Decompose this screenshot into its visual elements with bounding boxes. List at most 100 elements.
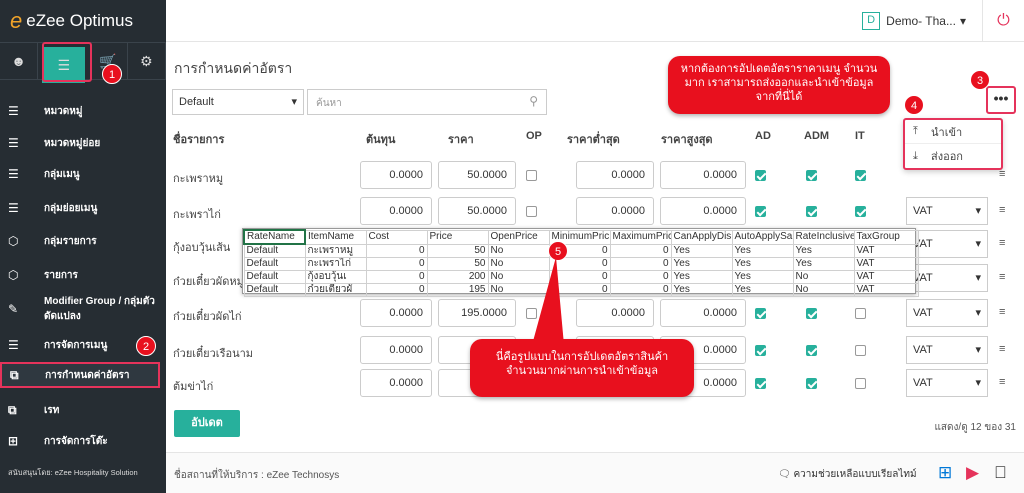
sidebar-item-icon: ☰: [8, 338, 19, 352]
power-icon[interactable]: ⏻: [982, 0, 1024, 42]
adm-checkbox[interactable]: [806, 308, 817, 319]
sidebar-item-1[interactable]: ☰ หมวดหมู่: [0, 98, 166, 124]
cost-input[interactable]: 0.0000: [360, 161, 432, 189]
drag-handle-icon[interactable]: ≡: [999, 343, 1005, 355]
cost-input[interactable]: 0.0000: [360, 299, 432, 327]
step-3-marker: 3: [970, 70, 990, 90]
tax-group-select[interactable]: VAT: [906, 197, 988, 225]
pagination-info: แสดง/ดู 12 ของ 31: [934, 422, 1016, 433]
sidebar-item-4[interactable]: ☰ กลุ่มย่อยเมนู: [0, 195, 166, 221]
sheet-cell: Default: [243, 270, 306, 284]
cost-input[interactable]: 0.0000: [360, 197, 432, 225]
max-price-input[interactable]: 0.0000: [660, 161, 746, 189]
drag-handle-icon[interactable]: ≡: [999, 306, 1005, 318]
sidebar-item-icon: ☰: [8, 136, 19, 150]
column-header: ราคาสูงสุด: [661, 134, 713, 146]
export-menu-item[interactable]: ⤓ ส่งออก: [905, 144, 1001, 168]
it-checkbox[interactable]: [855, 206, 866, 217]
price-input[interactable]: 50.0000: [438, 197, 516, 225]
logo-mark: e: [10, 8, 23, 33]
update-button[interactable]: อัปเดต: [174, 410, 240, 437]
sidebar-item-11[interactable]: ⊞ การจัดการโต๊ะ: [0, 428, 166, 454]
min-price-input[interactable]: 0.0000: [576, 197, 654, 225]
more-options-button[interactable]: •••: [986, 86, 1016, 114]
it-checkbox[interactable]: [855, 378, 866, 389]
sidebar-item-6[interactable]: ⬡ รายการ: [0, 262, 166, 288]
sheet-cell: No: [792, 283, 855, 297]
drag-handle-icon[interactable]: ≡: [999, 237, 1005, 249]
sidebar-item-label: เรท: [44, 404, 60, 416]
realtime-help-label: ความช่วยเหลือแบบเรียลไทม์: [793, 469, 917, 480]
cost-input[interactable]: 0.0000: [360, 336, 432, 364]
drag-handle-icon[interactable]: ≡: [999, 376, 1005, 388]
windows-icon[interactable]: ⊞: [938, 463, 952, 483]
tax-group-select[interactable]: VAT: [906, 336, 988, 364]
item-name: ต้มข่าไก่: [173, 381, 214, 393]
item-name: ก๋วยเตี๋ยวผัดหมู: [173, 276, 244, 288]
sheet-cell: กะเพราไก่: [304, 257, 367, 271]
gear-icon[interactable]: ⚙: [128, 43, 166, 79]
item-name: กะเพราไก่: [173, 209, 221, 221]
sidebar-item-9[interactable]: ⧉ การกำหนดค่าอัตรา: [0, 362, 160, 388]
adm-checkbox[interactable]: [806, 170, 817, 181]
tax-group-select[interactable]: VAT: [906, 369, 988, 397]
it-checkbox[interactable]: [855, 345, 866, 356]
open-price-checkbox[interactable]: [526, 206, 537, 217]
adm-checkbox[interactable]: [806, 345, 817, 356]
it-checkbox[interactable]: [855, 170, 866, 181]
cost-input[interactable]: 0.0000: [360, 369, 432, 397]
play-store-icon[interactable]: ▶: [966, 463, 979, 483]
sidebar-item-label: รายการ: [44, 269, 78, 281]
sheet-cell: Yes: [731, 257, 794, 271]
price-input[interactable]: 50.0000: [438, 161, 516, 189]
sidebar-item-2[interactable]: ☰ หมวดหมู่ย่อย: [0, 130, 166, 156]
ad-checkbox[interactable]: [755, 308, 766, 319]
drag-handle-icon[interactable]: ≡: [999, 204, 1005, 216]
sheet-cell: Yes: [670, 283, 733, 297]
sidebar-item-7[interactable]: ✎ Modifier Group / กลุ่มตัวดัดแปลง: [0, 292, 166, 326]
sheet-header-cell: RateName: [243, 229, 306, 245]
open-price-checkbox[interactable]: [526, 170, 537, 181]
sheet-cell: Yes: [670, 257, 733, 271]
user-icon[interactable]: ☻: [0, 43, 39, 79]
app-logo[interactable]: e eZee Optimus: [0, 0, 166, 42]
min-price-input[interactable]: 0.0000: [576, 299, 654, 327]
ad-checkbox[interactable]: [755, 345, 766, 356]
sidebar-item-icon: ✎: [8, 302, 19, 316]
search-input[interactable]: ค้นหา ⚲: [307, 89, 547, 115]
ad-checkbox[interactable]: [755, 206, 766, 217]
rate-filter-select[interactable]: Default: [172, 89, 304, 115]
sidebar-item-10[interactable]: ⧉ เรท: [0, 397, 166, 423]
sidebar-item-3[interactable]: ☰ กลุ่มเมนู: [0, 161, 166, 187]
adm-checkbox[interactable]: [806, 378, 817, 389]
adm-checkbox[interactable]: [806, 206, 817, 217]
apple-icon[interactable]: : [994, 463, 1007, 483]
column-header: ชื่อรายการ: [173, 134, 225, 146]
drag-handle-icon[interactable]: ≡: [999, 271, 1005, 283]
item-name: ก๋วยเตี๋ยวผัดไก่: [173, 311, 242, 323]
sheet-cell: Default: [243, 243, 306, 258]
tax-group-select[interactable]: VAT: [906, 299, 988, 327]
max-price-input[interactable]: 0.0000: [660, 299, 746, 327]
sheet-header-cell: TaxGroup: [853, 229, 919, 245]
import-menu-item[interactable]: ⤒ นำเข้า: [905, 120, 1001, 144]
sheet-cell: 0: [365, 243, 428, 258]
ad-checkbox[interactable]: [755, 378, 766, 389]
min-price-input[interactable]: 0.0000: [576, 161, 654, 189]
step-4-marker: 4: [904, 95, 924, 115]
sheet-cell: VAT: [853, 283, 919, 297]
it-checkbox[interactable]: [855, 308, 866, 319]
sidebar-item-5[interactable]: ⬡ กลุ่มรายการ: [0, 228, 166, 254]
sheet-header-cell: RateInclusive: [792, 229, 855, 245]
price-input[interactable]: 195.0000: [438, 299, 516, 327]
max-price-input[interactable]: 0.0000: [660, 197, 746, 225]
user-menu[interactable]: D Demo- Tha... ▾: [862, 12, 966, 30]
ad-checkbox[interactable]: [755, 170, 766, 181]
sidebar-item-icon: ⧉: [10, 367, 19, 382]
sidebar-item-icon: ☰: [8, 201, 19, 215]
sidebar-item-icon: ⬡: [8, 234, 19, 248]
realtime-help-link[interactable]: 🗨 ความช่วยเหลือแบบเรียลไทม์: [778, 467, 917, 482]
sheet-cell: 0: [609, 243, 672, 258]
search-placeholder: ค้นหา: [316, 98, 342, 109]
sheet-cell: 200: [426, 270, 489, 284]
